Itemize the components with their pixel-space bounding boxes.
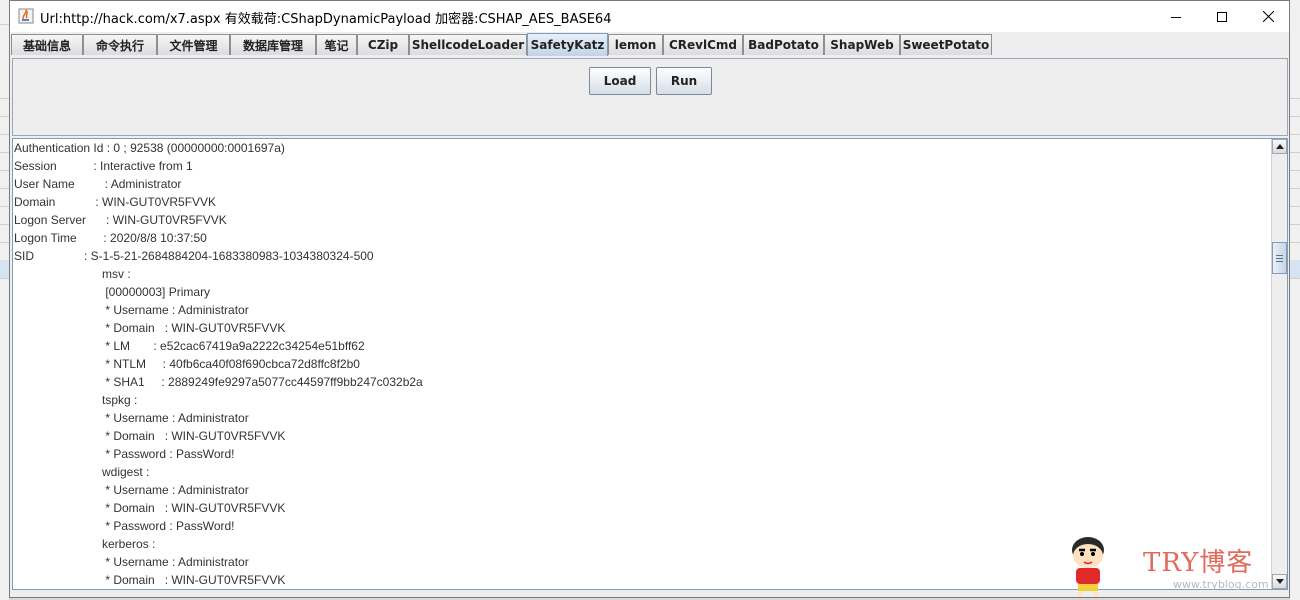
java-app-icon: [18, 8, 34, 24]
run-button[interactable]: Run: [656, 67, 712, 95]
output-line: kerberos :: [102, 537, 156, 551]
load-button[interactable]: Load: [589, 67, 651, 95]
output-line: * Domain : WIN-GUT0VR5FVVK: [102, 501, 286, 515]
safetykatz-panel: Load Run Authentication Id : 0 ; 92538 (…: [10, 56, 1289, 597]
output-line: wdigest :: [102, 465, 150, 479]
output-line: SID : S-1-5-21-2684884204-1683380983-103…: [14, 249, 374, 263]
minimize-icon: [1171, 16, 1181, 18]
watermark: TRY博客 www.tryblog.com: [1058, 534, 1288, 600]
tab-crevlcmd[interactable]: CRevlCmd: [663, 34, 743, 55]
output-line: * Domain : WIN-GUT0VR5FVVK: [102, 573, 286, 587]
output-line: * Username : Administrator: [102, 303, 249, 317]
window-title: Url:http://hack.com/x7.aspx 有效载荷:CShapDy…: [40, 12, 612, 27]
output-line: Session : Interactive from 1: [14, 159, 193, 173]
title-bar[interactable]: Url:http://hack.com/x7.aspx 有效载荷:CShapDy…: [10, 1, 1289, 32]
tab-lemon[interactable]: lemon: [608, 34, 663, 55]
button-toolbar: Load Run: [12, 58, 1288, 136]
scroll-thumb[interactable]: [1272, 242, 1287, 274]
output-line: tspkg :: [102, 393, 138, 407]
tab-command-exec[interactable]: 命令执行: [83, 34, 157, 55]
output-line: msv :: [102, 267, 131, 281]
minimize-button[interactable]: [1153, 1, 1199, 32]
output-line: Logon Time : 2020/8/8 10:37:50: [14, 231, 207, 245]
tab-safetykatz[interactable]: SafetyKatz: [527, 33, 608, 56]
output-line: Logon Server : WIN-GUT0VR5FVVK: [14, 213, 227, 227]
output-line: * Username : Administrator: [102, 483, 249, 497]
tab-badpotato[interactable]: BadPotato: [743, 34, 824, 55]
output-line: * Domain : WIN-GUT0VR5FVVK: [102, 429, 286, 443]
arrow-up-icon: [1275, 144, 1284, 149]
main-window: Url:http://hack.com/x7.aspx 有效载荷:CShapDy…: [9, 0, 1290, 598]
maximize-button[interactable]: [1199, 1, 1245, 32]
background-window-left-edge: [0, 0, 9, 600]
output-line: Authentication Id : 0 ; 92538 (00000000:…: [14, 141, 285, 155]
background-window-right-edge: [1290, 0, 1300, 600]
close-icon: [1262, 11, 1274, 22]
tab-basic-info[interactable]: 基础信息: [11, 34, 83, 55]
tab-czip[interactable]: CZip: [357, 34, 409, 55]
tab-notes[interactable]: 笔记: [316, 34, 357, 55]
tab-database-manager[interactable]: 数据库管理: [230, 34, 316, 55]
cartoon-boy-logo: [1072, 537, 1104, 597]
output-line: * Domain : WIN-GUT0VR5FVVK: [102, 321, 286, 335]
tab-shellcodeloader[interactable]: ShellcodeLoader: [409, 34, 527, 55]
output-text-area[interactable]: Authentication Id : 0 ; 92538 (00000000:…: [12, 138, 1288, 590]
plugin-tab-bar: 基础信息 命令执行 文件管理 数据库管理 笔记 CZip ShellcodeLo…: [10, 32, 1289, 57]
scroll-up-button[interactable]: [1272, 139, 1287, 154]
output-line: User Name : Administrator: [14, 177, 182, 191]
output-line: * SHA1 : 2889249fe9297a5077cc44597ff9bb2…: [102, 375, 423, 389]
watermark-brand: TRY博客: [1143, 548, 1254, 578]
output-line: * Password : PassWord!: [102, 447, 235, 461]
output-line: * Username : Administrator: [102, 411, 249, 425]
output-line: [00000003] Primary: [102, 285, 211, 299]
maximize-icon: [1217, 11, 1227, 22]
output-line: Domain : WIN-GUT0VR5FVVK: [14, 195, 217, 209]
output-lines: Authentication Id : 0 ; 92538 (00000000:…: [14, 139, 1272, 589]
output-line: * NTLM : 40fb6ca40f08f690cbca72d8ffc8f2b…: [102, 357, 360, 371]
close-button[interactable]: [1245, 1, 1291, 32]
tab-file-manager[interactable]: 文件管理: [157, 34, 230, 55]
tab-shapweb[interactable]: ShapWeb: [824, 34, 900, 55]
output-line: * Username : Administrator: [102, 555, 249, 569]
output-line: * Password : PassWord!: [102, 519, 235, 533]
watermark-site: www.tryblog.com: [1173, 578, 1269, 591]
vertical-scrollbar[interactable]: [1271, 139, 1287, 589]
output-line: * LM : e52cac67419a9a2222c34254e51bff62: [102, 339, 365, 353]
tab-sweetpotato[interactable]: SweetPotato: [900, 34, 992, 55]
